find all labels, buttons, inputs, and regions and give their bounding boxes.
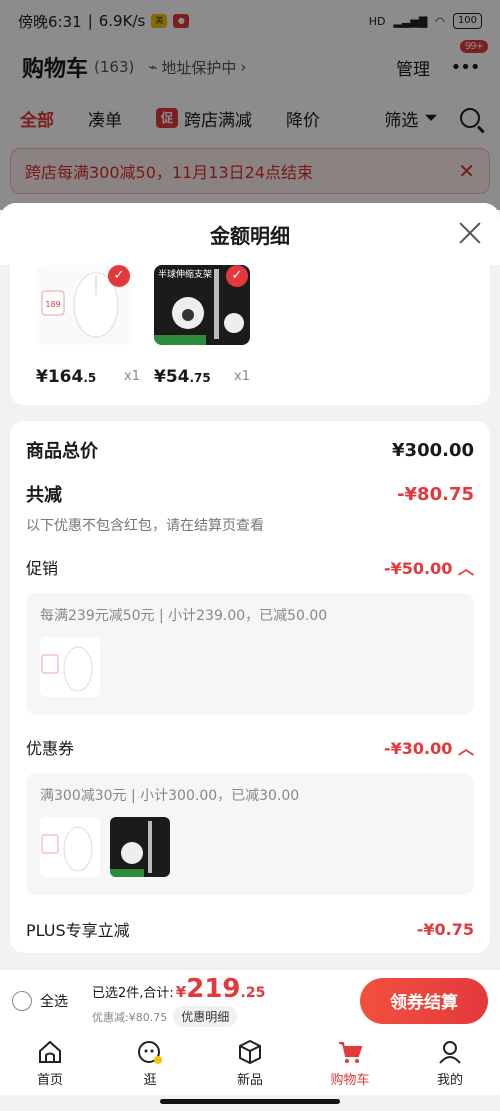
- svg-text:189: 189: [45, 300, 60, 309]
- chevron-up-icon: ︿: [457, 739, 474, 758]
- coupon-value: -¥30.00 ︿: [384, 739, 474, 758]
- user-icon: [437, 1039, 463, 1065]
- coupon-row[interactable]: 优惠券 -¥30.00 ︿: [26, 735, 474, 759]
- promotion-desc: 每满239元减50元 | 小计239.00，已减50.00: [40, 608, 328, 624]
- coupon-desc: 满300减30元 | 小计300.00，已减30.00: [40, 788, 300, 804]
- nav-cart[interactable]: 购物车: [300, 1031, 400, 1095]
- product-thumb-mouse: [40, 817, 100, 877]
- product-price: ¥54.75: [154, 367, 211, 387]
- discount-detail-button[interactable]: 优惠明细: [173, 1006, 238, 1027]
- select-all-label[interactable]: 全选: [40, 991, 68, 1011]
- discount-hint: 以下优惠不包含红包，请在结算页查看: [26, 518, 264, 534]
- plus-label: PLUS专享立减: [26, 921, 130, 940]
- svg-text:半球伸缩支架: 半球伸缩支架: [158, 268, 212, 280]
- promotion-row[interactable]: 促销 -¥50.00 ︿: [26, 555, 474, 579]
- promotion-label: 促销: [26, 559, 59, 578]
- home-icon: [37, 1039, 63, 1065]
- product-qty: x1: [234, 369, 250, 384]
- goods-list: 189 ✓ 半球伸缩支架 ✓ ¥164.5 x1 ¥54.75 x1: [10, 265, 490, 405]
- sum-block: 已选2件,合计: ¥219.25 优惠减:¥80.75 优惠明细: [92, 974, 265, 1027]
- box-icon: [237, 1039, 263, 1065]
- price-breakdown: 商品总价 ¥300.00 共减 -¥80.75 以下优惠不包含红包，请在结算页查…: [10, 421, 490, 953]
- coupon-label: 优惠券: [26, 739, 75, 758]
- stroll-icon: [137, 1039, 163, 1065]
- checked-icon: ✓: [108, 265, 130, 287]
- total-value: ¥300.00: [392, 439, 474, 461]
- saved-amount: 优惠减:¥80.75: [92, 1010, 168, 1024]
- promotion-detail: 每满239元减50元 | 小计239.00，已减50.00: [26, 593, 474, 715]
- product-price: ¥164.5: [36, 367, 97, 387]
- checkout-bar: 全选 已选2件,合计: ¥219.25 优惠减:¥80.75 优惠明细 领券结算: [0, 969, 500, 1031]
- checkout-button[interactable]: 领券结算: [360, 977, 488, 1024]
- dim-overlay[interactable]: [0, 0, 500, 210]
- chevron-up-icon: ︿: [457, 559, 474, 578]
- sheet-header: 金额明细: [0, 203, 500, 265]
- plus-row: PLUS专享立减 -¥0.75: [26, 917, 474, 941]
- close-icon[interactable]: [458, 221, 482, 245]
- sheet-title: 金额明细: [210, 223, 290, 248]
- total-amount: ¥219.25: [175, 974, 266, 1004]
- coupon-detail: 满300减30元 | 小计300.00，已减30.00: [26, 773, 474, 895]
- amount-detail-sheet: 金额明细 189 ✓ 半球伸缩支架 ✓ ¥164.5 x1 ¥54.75 x1 …: [0, 203, 500, 969]
- cart-icon: [337, 1039, 363, 1065]
- total-row: 商品总价 ¥300.00: [26, 437, 474, 463]
- discount-value: -¥80.75: [397, 483, 474, 505]
- discount-row: 共减 -¥80.75: [26, 481, 474, 507]
- nav-new[interactable]: 新品: [200, 1031, 300, 1095]
- promotion-value: -¥50.00 ︿: [384, 559, 474, 578]
- selected-text: 已选2件,合计:: [92, 986, 174, 1001]
- nav-home[interactable]: 首页: [0, 1031, 100, 1095]
- product-qty: x1: [124, 369, 140, 384]
- nav-stroll[interactable]: 逛: [100, 1031, 200, 1095]
- nav-profile[interactable]: 我的: [400, 1031, 500, 1095]
- checked-icon: ✓: [226, 265, 248, 287]
- select-all-radio[interactable]: [12, 990, 32, 1011]
- plus-value: -¥0.75: [416, 919, 474, 939]
- discount-label: 共减: [26, 485, 62, 506]
- bottom-nav: 首页 逛 新品 购物车 我的: [0, 1031, 500, 1095]
- product-thumb-stand: [110, 817, 170, 877]
- home-indicator: [160, 1099, 340, 1104]
- product-thumb-mouse: [40, 637, 100, 697]
- total-label: 商品总价: [26, 441, 98, 462]
